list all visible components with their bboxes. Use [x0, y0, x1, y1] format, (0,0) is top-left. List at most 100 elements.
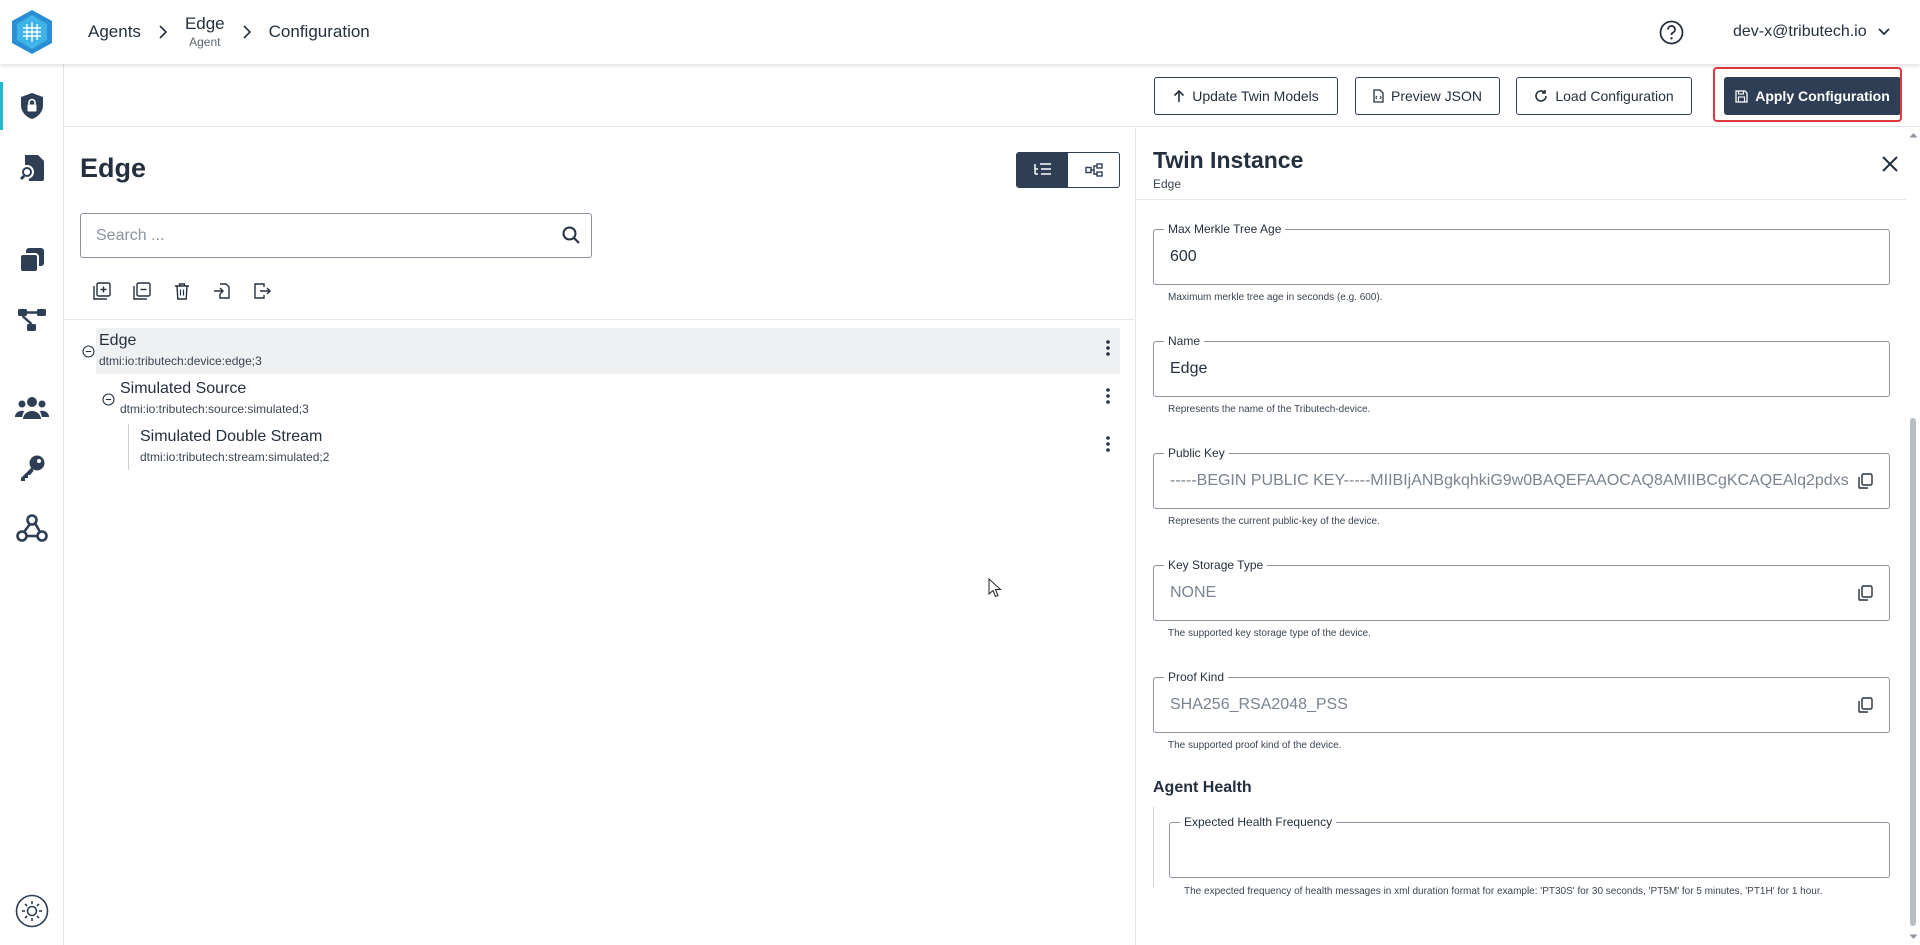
scrollbar-thumb[interactable] — [1910, 418, 1916, 926]
panel-scrollbar[interactable] — [1907, 128, 1920, 945]
webhook-icon — [16, 514, 48, 542]
close-icon[interactable] — [1882, 156, 1898, 172]
tree-node-dtmi: dtmi:io:tributech:source:simulated;3 — [120, 402, 309, 416]
field-label: Proof Kind — [1164, 670, 1229, 684]
tree-pane: Edge Search ... Edge dtmi:io:tributech:d… — [64, 128, 1134, 945]
key-icon — [21, 455, 45, 481]
app-root: Agents Edge Agent Configuration dev-x@tr… — [0, 0, 1920, 945]
public-key-field: Public Key -----BEGIN PUBLIC KEY-----MII… — [1153, 446, 1890, 509]
field-label: Key Storage Type — [1164, 558, 1268, 572]
twin-instance-panel: Twin Instance Edge Max Merkle Tree Age 6… — [1135, 128, 1920, 945]
field-hint: The supported key storage type of the de… — [1168, 628, 1371, 639]
copy-icon[interactable] — [1858, 473, 1873, 489]
expand-all-icon — [93, 282, 111, 300]
field-hint: The expected frequency of health message… — [1184, 886, 1823, 897]
help-icon[interactable] — [1659, 20, 1684, 45]
list-tree-icon — [1033, 163, 1051, 175]
tree-toolbar — [92, 281, 272, 301]
field-hint: Maximum merkle tree age in seconds (e.g.… — [1168, 292, 1383, 303]
top-bar: Agents Edge Agent Configuration dev-x@tr… — [0, 0, 1920, 64]
graph-icon — [1084, 163, 1103, 177]
field-hint: The supported proof kind of the device. — [1168, 740, 1342, 751]
shield-lock-icon — [21, 93, 43, 119]
import-icon — [214, 283, 230, 299]
update-twin-models-button[interactable]: Update Twin Models — [1154, 77, 1338, 115]
tree-node-name: Simulated Source — [120, 380, 247, 397]
sidebar-item-security[interactable] — [0, 80, 64, 132]
search-box — [80, 213, 592, 258]
scroll-down-icon[interactable] — [1909, 934, 1918, 940]
sidebar-item-files[interactable] — [0, 142, 64, 194]
breadcrumb-edge-label: Edge — [184, 13, 225, 33]
tree-node-name: Edge — [99, 332, 137, 349]
stack-icon — [19, 248, 44, 273]
export-icon — [254, 283, 271, 299]
update-twin-models-label: Update Twin Models — [1192, 88, 1319, 104]
preview-json-button[interactable]: Preview JSON — [1355, 77, 1500, 115]
field-label: Name — [1164, 334, 1205, 348]
panel-subtitle: Edge — [1153, 177, 1182, 191]
breadcrumb-edge[interactable]: Edge Agent — [184, 13, 225, 50]
tree-node-simulated-source[interactable]: Simulated Source dtmi:io:tributech:sourc… — [102, 376, 1120, 422]
tree-node-edge[interactable]: Edge dtmi:io:tributech:device:edge;3 — [82, 328, 1120, 374]
copy-icon[interactable] — [1858, 585, 1873, 601]
chevron-right-icon — [225, 25, 269, 39]
scroll-up-icon[interactable] — [1909, 132, 1918, 138]
field-label: Expected Health Frequency — [1180, 815, 1337, 829]
trash-icon — [175, 283, 189, 300]
export-button[interactable] — [252, 281, 272, 301]
sidebar-item-keys[interactable] — [0, 442, 64, 494]
copy-icon[interactable] — [1858, 697, 1873, 713]
collapse-all-icon — [133, 282, 151, 300]
tributech-logo[interactable] — [9, 8, 55, 56]
sidebar-item-webhooks[interactable] — [0, 502, 64, 554]
page-title: Edge — [80, 153, 147, 183]
load-configuration-button[interactable]: Load Configuration — [1516, 77, 1692, 115]
sidebar-item-network[interactable] — [0, 294, 64, 346]
collapse-all-button[interactable] — [132, 281, 152, 301]
breadcrumb: Agents Edge Agent Configuration — [88, 0, 370, 64]
max-merkle-tree-age-field[interactable]: Max Merkle Tree Age 600 — [1153, 222, 1890, 285]
field-value: 600 — [1170, 248, 1197, 265]
refresh-icon — [1535, 90, 1548, 102]
more-vertical-icon[interactable] — [1106, 388, 1110, 404]
preview-json-label: Preview JSON — [1390, 88, 1483, 104]
breadcrumb-agents[interactable]: Agents — [88, 22, 141, 42]
arrow-up-icon — [1174, 89, 1185, 102]
search-icon[interactable] — [562, 226, 580, 244]
import-button[interactable] — [212, 281, 232, 301]
key-storage-type-field: Key Storage Type NONE — [1153, 558, 1890, 621]
expand-all-button[interactable] — [92, 281, 112, 301]
panel-header: Twin Instance Edge — [1136, 128, 1906, 200]
highlight-box — [1713, 67, 1902, 122]
section-indent — [1153, 807, 1154, 887]
network-icon — [18, 309, 46, 331]
sidebar — [0, 64, 64, 945]
user-email: dev-x@tributech.io — [1733, 23, 1867, 40]
tree-view-button[interactable] — [1017, 153, 1068, 187]
file-code-icon — [1373, 89, 1384, 103]
file-search-icon — [19, 155, 44, 181]
user-menu[interactable]: dev-x@tributech.io — [1733, 0, 1891, 64]
sidebar-item-collections[interactable] — [0, 234, 64, 286]
sidebar-item-users[interactable] — [0, 382, 64, 434]
collapse-icon[interactable] — [102, 393, 115, 406]
name-field[interactable]: Name Edge — [1153, 334, 1890, 397]
collapse-icon[interactable] — [82, 345, 95, 358]
search-input[interactable] — [81, 214, 551, 257]
breadcrumb-configuration: Configuration — [268, 22, 370, 41]
tree-node-simulated-double-stream[interactable]: Simulated Double Stream dtmi:io:tributec… — [128, 424, 1120, 470]
tree-node-dtmi: dtmi:io:tributech:stream:simulated;2 — [140, 450, 330, 464]
expected-health-frequency-field[interactable]: Expected Health Frequency — [1169, 815, 1890, 878]
users-icon — [15, 397, 49, 419]
sidebar-item-theme[interactable] — [0, 885, 64, 937]
delete-button[interactable] — [172, 281, 192, 301]
more-vertical-icon[interactable] — [1106, 436, 1110, 452]
graph-view-button[interactable] — [1068, 153, 1119, 187]
load-configuration-label: Load Configuration — [1555, 88, 1674, 104]
field-hint: Represents the name of the Tributech-dev… — [1168, 404, 1371, 415]
more-vertical-icon[interactable] — [1106, 340, 1110, 356]
chevron-right-icon — [141, 25, 185, 39]
panel-title: Twin Instance — [1153, 147, 1304, 173]
field-value: -----BEGIN PUBLIC KEY-----MIIBIjANBgkqhk… — [1170, 472, 1850, 489]
